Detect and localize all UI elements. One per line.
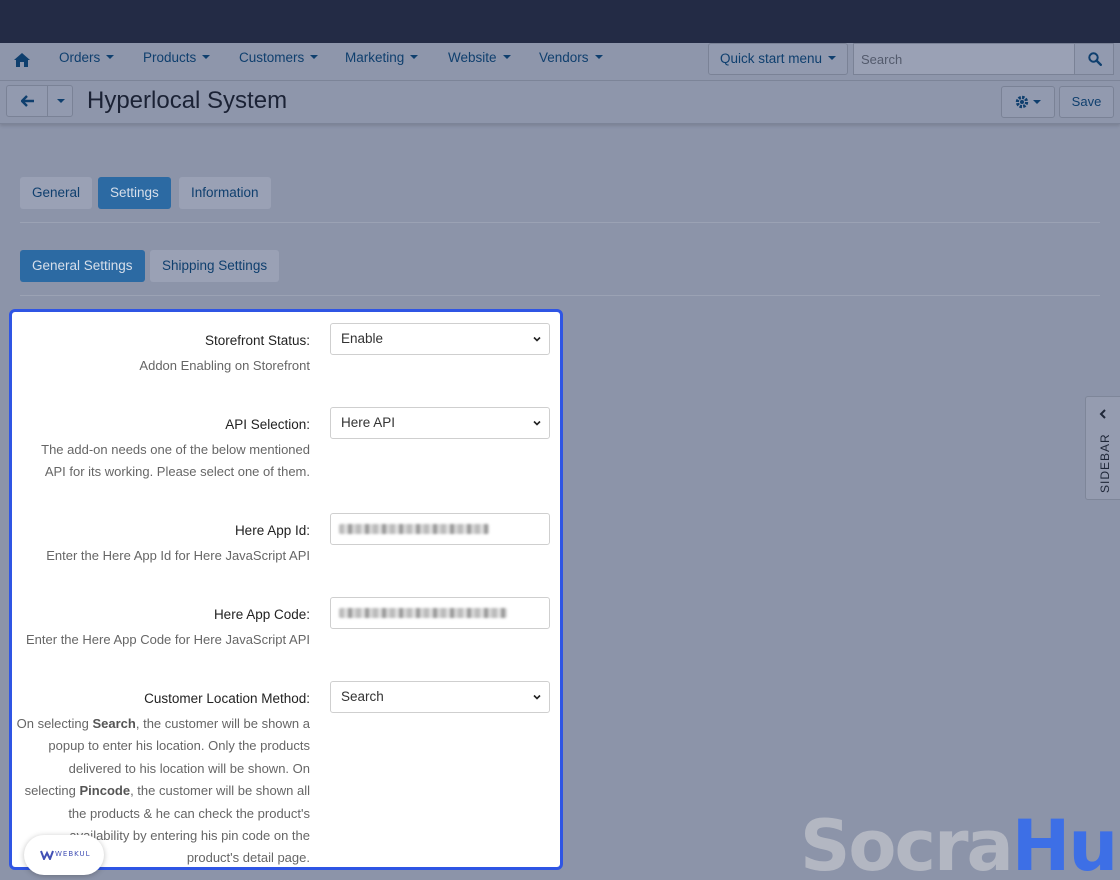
api-selection-value: Here API (341, 415, 396, 430)
tab-settings[interactable]: Settings (98, 177, 171, 209)
here-app-code-input[interactable] (330, 597, 550, 629)
tab-information[interactable]: Information (179, 177, 271, 209)
chevron-down-icon (310, 55, 319, 59)
nav-customers[interactable]: Customers (239, 50, 319, 66)
search-button[interactable] (1074, 43, 1114, 75)
page-title: Hyperlocal System (87, 87, 288, 114)
here-app-id-input[interactable] (330, 513, 550, 545)
page-header: Hyperlocal System Save (0, 81, 1120, 124)
here-app-id-label: Here App Id: (234, 523, 310, 538)
top-header-bar (0, 0, 1120, 43)
customer-location-method-value: Search (341, 689, 384, 704)
settings-dropdown-button[interactable] (1001, 86, 1055, 118)
nav-orders-label: Orders (59, 50, 101, 65)
settings-form-panel: Storefront Status: Enable Addon Enabling… (9, 309, 563, 870)
storefront-status-value: Enable (341, 331, 384, 346)
nav-products[interactable]: Products (143, 50, 211, 66)
chevron-down-icon (828, 56, 837, 60)
main-navbar: Orders Products Customers Marketing Webs… (0, 43, 1120, 81)
storefront-status-help: Addon Enabling on Storefront (139, 358, 310, 373)
nav-marketing-label: Marketing (345, 50, 405, 65)
redacted-value (339, 524, 489, 534)
back-button[interactable] (6, 85, 48, 117)
save-button[interactable]: Save (1059, 86, 1114, 118)
here-app-code-label: Here App Code: (213, 607, 310, 622)
api-selection-help: The add-on needs one of the below mentio… (41, 442, 310, 480)
search-icon (1088, 52, 1102, 66)
chevron-down-icon (57, 99, 65, 103)
nav-customers-label: Customers (239, 50, 305, 65)
chevron-down-icon (1033, 100, 1041, 104)
nav-products-label: Products (143, 50, 197, 65)
api-selection-select[interactable]: Here API (330, 407, 550, 439)
nav-website-label: Website (448, 50, 497, 65)
back-dropdown-button[interactable] (47, 85, 73, 117)
api-selection-label: API Selection: (225, 417, 310, 432)
nav-orders[interactable]: Orders (59, 50, 115, 66)
chevron-down-icon (106, 55, 115, 59)
nav-website[interactable]: Website (448, 50, 511, 66)
arrow-left-icon (21, 95, 34, 107)
chevron-down-icon (410, 55, 419, 59)
here-app-code-help: Enter the Here App Code for Here JavaScr… (26, 632, 310, 647)
quick-start-label: Quick start menu (719, 51, 823, 66)
here-app-id-help: Enter the Here App Id for Here JavaScrip… (46, 548, 310, 563)
chevron-down-icon (533, 694, 541, 700)
gear-icon (1015, 95, 1029, 109)
subtabs-divider (20, 295, 1100, 296)
customer-location-method-select[interactable]: Search (330, 681, 550, 713)
tabs-divider (20, 222, 1100, 223)
webkul-logo-icon (40, 850, 54, 860)
chevron-down-icon (533, 336, 541, 342)
subtab-shipping-settings[interactable]: Shipping Settings (150, 250, 280, 282)
search-input[interactable] (853, 43, 1075, 75)
customer-location-method-label: Customer Location Method: (144, 691, 310, 706)
socrahub-watermark: SocraHub (800, 805, 1120, 880)
nav-vendors-label: Vendors (539, 50, 589, 65)
chevron-left-icon (1099, 409, 1106, 419)
webkul-badge[interactable]: WEBKUL (24, 835, 104, 875)
nav-vendors[interactable]: Vendors (539, 50, 603, 66)
storefront-status-label: Storefront Status: (204, 333, 310, 348)
sidebar-toggle[interactable]: SIDEBAR (1085, 396, 1120, 500)
chevron-down-icon (594, 55, 603, 59)
webkul-label: WEBKUL (55, 850, 91, 858)
sidebar-label: SIDEBAR (1098, 433, 1112, 493)
storefront-status-select[interactable]: Enable (330, 323, 550, 355)
home-icon[interactable] (13, 52, 31, 68)
quick-start-menu-button[interactable]: Quick start menu (708, 43, 848, 75)
chevron-down-icon (202, 55, 211, 59)
tab-general[interactable]: General (20, 177, 93, 209)
chevron-down-icon (502, 55, 511, 59)
redacted-value (339, 608, 507, 618)
nav-marketing[interactable]: Marketing (345, 50, 419, 66)
chevron-down-icon (533, 420, 541, 426)
subtab-general-settings[interactable]: General Settings (20, 250, 145, 282)
